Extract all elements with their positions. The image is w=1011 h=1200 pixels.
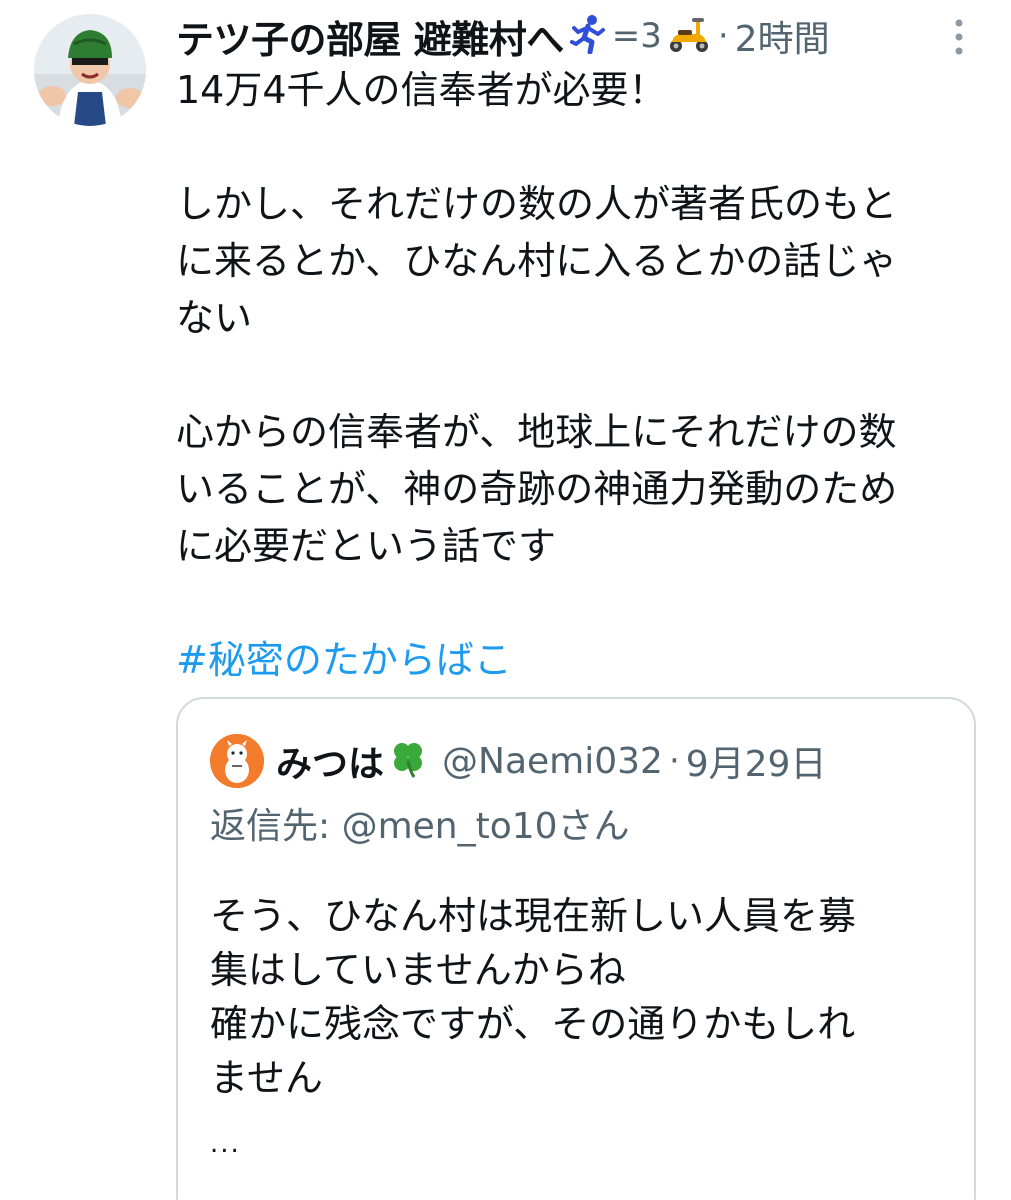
quoted-body-line: 集はしていませんからね [210, 948, 626, 992]
quoted-tweet-body: そう、ひなん村は現在新しい人員を募 集はしていませんからね 確かに残念ですが、そ… [210, 889, 950, 1105]
tweet-body-line: 心からの信奉者が、地球上にそれだけの数 [176, 410, 897, 454]
tweet-body-line: に来るとか、ひなん村に入るとかの話じゃ [176, 239, 898, 283]
author-display-name[interactable]: テツ子の部屋 避難村へ [176, 9, 564, 64]
quoted-header-separator: · [668, 741, 680, 781]
hashtag-link[interactable]: #秘密のたからばこ [176, 638, 512, 682]
quoted-body-line: 確かに残念ですが、その通りかもしれ [210, 1002, 856, 1046]
scooter-icon [666, 14, 712, 58]
tweet-timestamp[interactable]: 2時間 [735, 10, 830, 62]
quoted-tweet[interactable]: みつは @Naemi032 · 9月29日 返信先: @men_to10さん そ… [176, 697, 976, 1200]
truncation-ellipsis: ... [210, 1129, 241, 1159]
quoted-author-avatar[interactable] [210, 734, 264, 788]
tweet-body-line: しかし、それだけの数の人が著者氏のもと [176, 182, 898, 226]
quoted-author-display-name[interactable]: みつは [276, 735, 384, 787]
quoted-body-line: ません [210, 1056, 323, 1100]
four-leaf-clover-icon [388, 739, 428, 783]
dash-text: =3 [611, 16, 662, 56]
tweet-body-line: ない [176, 296, 253, 340]
author-avatar-image [34, 14, 146, 126]
quoted-body-line: そう、ひなん村は現在新しい人員を募 [210, 894, 857, 938]
tweet-body-line: 14万4千人の信奉者が必要！ [176, 68, 667, 112]
tweet-body-line: に必要だという話です [176, 524, 557, 568]
quoted-tweet-header: みつは @Naemi032 · 9月29日 [210, 733, 826, 789]
running-person-icon [569, 14, 606, 58]
author-avatar[interactable] [34, 14, 146, 126]
quoted-author-handle[interactable]: @Naemi032 [442, 741, 663, 782]
quoted-tweet-date[interactable]: 9月29日 [686, 735, 827, 787]
tweet[interactable]: テツ子の部屋 避難村へ =3 · 2時間 14万4千人の信奉者が必要！ しかし、… [0, 0, 1011, 1200]
header-separator: · [717, 16, 729, 56]
tweet-header: テツ子の部屋 避難村へ =3 · 2時間 [176, 8, 830, 64]
tweet-body-line: いることが、神の奇跡の神通力発動のため [176, 467, 898, 511]
reply-to-label[interactable]: 返信先: @men_to10さん [210, 797, 630, 849]
tweet-body: 14万4千人の信奉者が必要！ しかし、それだけの数の人が著者氏のもと に来るとか… [176, 62, 986, 689]
more-options-icon[interactable] [944, 14, 974, 60]
